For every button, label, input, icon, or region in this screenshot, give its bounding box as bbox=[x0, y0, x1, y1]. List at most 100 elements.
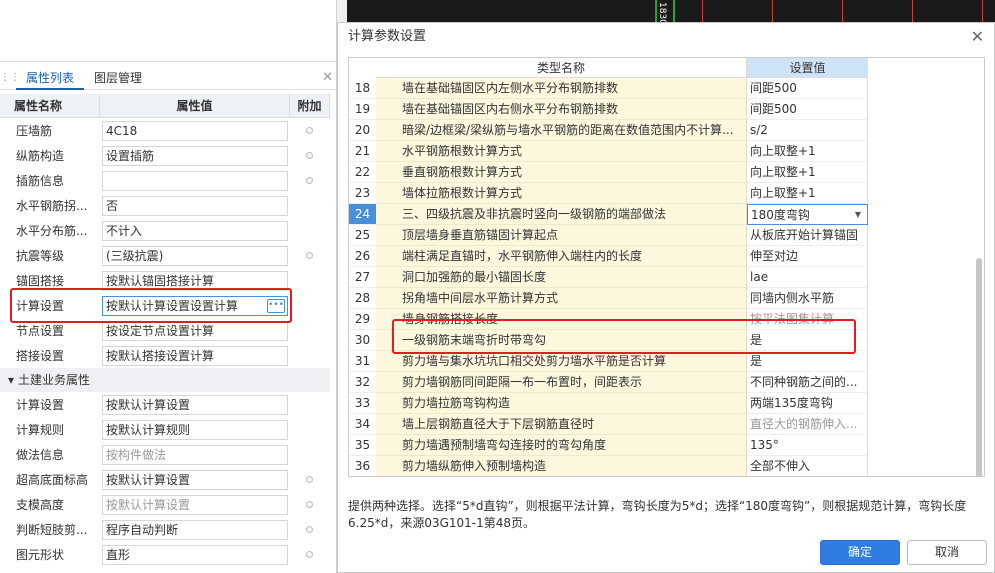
collapse-icon[interactable]: ▾ bbox=[8, 368, 14, 392]
table-row[interactable]: 32 剪力墙钢筋同间距隔一布一布置时，间距表示 不同种钢筋之间的... bbox=[349, 372, 984, 393]
table-row[interactable]: 26 端柱满足直锚时，水平钢筋伸入端柱内的长度 伸至对边 bbox=[349, 246, 984, 267]
property-row[interactable]: 计算规则 按默认计算规则 bbox=[0, 417, 330, 442]
row-value[interactable]: s/2 bbox=[747, 120, 868, 141]
attach-radio[interactable] bbox=[305, 252, 313, 259]
property-value[interactable]: 不计入 bbox=[102, 220, 288, 241]
property-value[interactable]: 直形 bbox=[102, 544, 288, 565]
row-name: 墙体拉筋根数计算方式 bbox=[376, 183, 747, 204]
row-value[interactable]: 直径大的钢筋伸入... bbox=[747, 414, 868, 435]
table-row[interactable]: 18 墙在基础锚固区内左侧水平分布钢筋排数 间距500 bbox=[349, 78, 984, 99]
attach-radio[interactable] bbox=[305, 152, 313, 159]
property-value[interactable]: 程序自动判断 bbox=[102, 519, 288, 540]
table-row[interactable]: 20 暗梁/边框梁/梁纵筋与墙水平钢筋的距离在数值范围内不计算... s/2 bbox=[349, 120, 984, 141]
canvas-line bbox=[912, 0, 913, 22]
row-name: 暗梁/边框梁/梁纵筋与墙水平钢筋的距离在数值范围内不计算... bbox=[376, 120, 747, 141]
row-value[interactable]: 伸至对边 bbox=[747, 246, 868, 267]
property-row[interactable]: 超高底面标高 按默认计算设置 bbox=[0, 467, 330, 492]
property-name: 水平分布筋... bbox=[16, 224, 88, 238]
ok-button[interactable]: 确定 bbox=[820, 540, 900, 565]
row-name: 墙上层钢筋直径大于下层钢筋直径时 bbox=[376, 414, 747, 435]
row-value[interactable]: 从板底开始计算锚固 bbox=[747, 225, 868, 246]
row-value[interactable]: 向上取整+1 bbox=[747, 141, 868, 162]
property-value[interactable]: 按默认计算设置 bbox=[102, 469, 288, 490]
canvas-line bbox=[673, 0, 675, 22]
property-row[interactable]: 计算设置 按默认计算设置 bbox=[0, 392, 330, 417]
table-row[interactable]: 33 剪力墙拉筋弯钩构造 两端135度弯钩 bbox=[349, 393, 984, 414]
row-name: 拐角墙中间层水平筋计算方式 bbox=[376, 288, 747, 309]
property-value[interactable]: 按设定节点设置计算 bbox=[102, 320, 288, 341]
section-header[interactable]: ▾ 土建业务属性 bbox=[0, 368, 330, 392]
row-value[interactable]: 两端135度弯钩 bbox=[747, 393, 868, 414]
row-number: 33 bbox=[349, 393, 376, 414]
property-row[interactable]: 图元形状 直形 bbox=[0, 542, 330, 567]
tab-layers[interactable]: 图层管理 bbox=[84, 66, 152, 90]
property-value[interactable]: (三级抗震) bbox=[102, 245, 288, 266]
property-value[interactable]: 设置插筋 bbox=[102, 145, 288, 166]
property-row[interactable]: 插筋信息 bbox=[0, 168, 330, 193]
row-value[interactable]: 是 bbox=[747, 351, 868, 372]
attach-radio[interactable] bbox=[305, 127, 313, 134]
table-row[interactable]: 31 剪力墙与集水坑坑口相交处剪力墙水平筋是否计算是 bbox=[349, 351, 984, 372]
property-value[interactable]: 按构件做法 bbox=[102, 444, 288, 465]
attach-cell bbox=[288, 476, 330, 483]
property-row[interactable]: 搭接设置 按默认搭接设置计算 bbox=[0, 343, 330, 368]
canvas-line bbox=[772, 0, 773, 22]
table-row[interactable]: 19 墙在基础锚固区内右侧水平分布钢筋排数 间距500 bbox=[349, 99, 984, 120]
description-text: 提供两种选择。选择“5*d直钩”，则根据平法计算，弯钩长度为5*d；选择“180… bbox=[348, 499, 967, 530]
table-row[interactable]: 24 三、四级抗震及非抗震时竖向一级钢筋的端部做法 180度弯钩 ▼ bbox=[349, 204, 984, 225]
table-row[interactable]: 35 剪力墙遇预制墙弯勾连接时的弯勾角度 135° bbox=[349, 435, 984, 456]
attach-radio[interactable] bbox=[305, 177, 313, 184]
table-row[interactable]: 28 拐角墙中间层水平筋计算方式 同墙内侧水平筋 bbox=[349, 288, 984, 309]
row-value[interactable]: 135° bbox=[747, 435, 868, 456]
attach-radio[interactable] bbox=[305, 476, 313, 483]
cancel-button[interactable]: 取消 bbox=[907, 540, 987, 565]
property-value[interactable] bbox=[102, 170, 288, 191]
tab-properties[interactable]: 属性列表 bbox=[16, 66, 85, 90]
table-row[interactable]: 27 洞口加强筋的最小锚固长度 lae bbox=[349, 267, 984, 288]
drawing-canvas[interactable]: 1830 bbox=[347, 0, 995, 25]
property-value[interactable]: 按默认搭接设置计算 bbox=[102, 345, 288, 366]
row-value[interactable]: 间距500 bbox=[747, 78, 868, 99]
property-row[interactable]: 判断短肢剪... 程序自动判断 bbox=[0, 517, 330, 542]
property-row[interactable]: 做法信息 按构件做法 bbox=[0, 442, 330, 467]
row-name: 剪力墙钢筋同间距隔一布一布置时，间距表示 bbox=[376, 372, 747, 393]
table-row[interactable]: 36 剪力墙纵筋伸入预制墙构造 全部不伸入 bbox=[349, 456, 984, 476]
scrollbar[interactable] bbox=[976, 258, 982, 476]
table-row[interactable]: 34 墙上层钢筋直径大于下层钢筋直径时 直径大的钢筋伸入... bbox=[349, 414, 984, 435]
row-value[interactable]: 同墙内侧水平筋 bbox=[747, 288, 868, 309]
property-value[interactable]: 按默认计算设置 bbox=[102, 494, 288, 515]
row-value[interactable]: 向上取整+1 bbox=[747, 183, 868, 204]
row-number: 36 bbox=[349, 456, 376, 476]
property-value[interactable]: 按默认计算设置 bbox=[102, 394, 288, 415]
attach-radio[interactable] bbox=[305, 526, 313, 533]
table-row[interactable]: 22 垂直钢筋根数计算方式 向上取整+1 bbox=[349, 162, 984, 183]
property-row[interactable]: 抗震等级 (三级抗震) bbox=[0, 243, 330, 268]
property-row[interactable]: 支模高度 按默认计算设置 bbox=[0, 492, 330, 517]
property-row[interactable]: 水平钢筋拐... 否 bbox=[0, 193, 330, 218]
row-value[interactable]: 向上取整+1 bbox=[747, 162, 868, 183]
dropdown-icon[interactable]: ▼ bbox=[855, 205, 861, 224]
table-row[interactable]: 23 墙体拉筋根数计算方式 向上取整+1 bbox=[349, 183, 984, 204]
panel-top-area bbox=[0, 0, 336, 62]
drag-handle-icon[interactable]: ⋮⋮ bbox=[0, 72, 20, 83]
close-icon[interactable]: ✕ bbox=[971, 27, 984, 46]
attach-radio[interactable] bbox=[305, 551, 313, 558]
canvas-line bbox=[982, 0, 983, 22]
close-icon[interactable]: ✕ bbox=[322, 70, 333, 85]
row-value[interactable]: 全部不伸入 bbox=[747, 456, 868, 476]
row-value[interactable]: 180度弯钩 ▼ bbox=[747, 204, 868, 225]
table-row[interactable]: 25 顶层墙身垂直筋锚固计算起点 从板底开始计算锚固 bbox=[349, 225, 984, 246]
row-number: 29 bbox=[349, 309, 376, 330]
property-value[interactable]: 否 bbox=[102, 195, 288, 216]
property-value[interactable]: 按默认计算规则 bbox=[102, 419, 288, 440]
property-value[interactable]: 4C18 bbox=[102, 120, 288, 141]
row-value[interactable]: 间距500 bbox=[747, 99, 868, 120]
row-value[interactable]: lae bbox=[747, 267, 868, 288]
table-row[interactable]: 21 水平钢筋根数计算方式 向上取整+1 bbox=[349, 141, 984, 162]
attach-radio[interactable] bbox=[305, 501, 313, 508]
property-row[interactable]: 纵筋构造 设置插筋 bbox=[0, 143, 330, 168]
property-row[interactable]: 水平分布筋... 不计入 bbox=[0, 218, 330, 243]
row-value[interactable]: 不同种钢筋之间的... bbox=[747, 372, 868, 393]
property-row[interactable]: 压墙筋 4C18 bbox=[0, 118, 330, 143]
grid-header-value: 设置值 bbox=[747, 58, 868, 78]
